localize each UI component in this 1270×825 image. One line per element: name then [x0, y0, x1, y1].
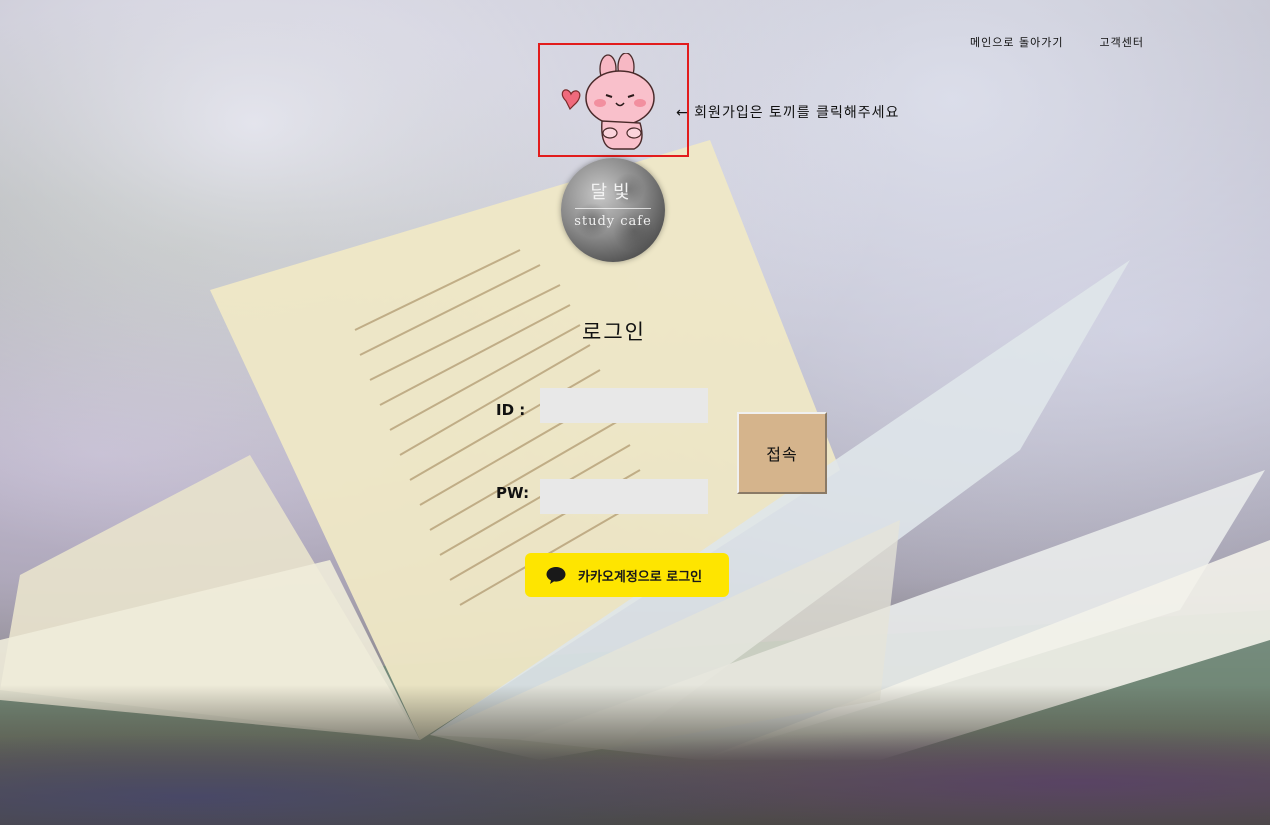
kakao-login-button[interactable]: 카카오계정으로 로그인	[525, 553, 729, 597]
signup-rabbit-button[interactable]	[538, 43, 689, 157]
id-input[interactable]	[540, 388, 708, 423]
login-heading: 로그인	[582, 320, 646, 344]
top-navigation: 메인으로 돌아가기 고객센터	[970, 34, 1144, 50]
logo-divider	[575, 208, 651, 209]
background-grass	[0, 685, 1270, 825]
signup-hint-text: ← 회원가입은 토끼를 클릭해주세요	[676, 105, 900, 121]
customer-service-link[interactable]: 고객센터	[1100, 34, 1144, 50]
main-page-link[interactable]: 메인으로 돌아가기	[970, 34, 1063, 50]
password-input[interactable]	[540, 479, 708, 514]
rabbit-character-icon	[561, 53, 655, 150]
heart-icon	[561, 89, 581, 111]
kakao-login-label: 카카오계정으로 로그인	[578, 569, 703, 585]
login-submit-button[interactable]: 접속	[737, 412, 827, 494]
speech-bubble-icon	[546, 567, 566, 584]
id-label: ID :	[496, 401, 526, 419]
logo-subtitle: study cafe	[574, 214, 652, 229]
pw-label: PW:	[496, 484, 530, 502]
moon-logo[interactable]: 달빛 study cafe	[561, 158, 665, 262]
logo-title: 달빛	[590, 182, 636, 203]
